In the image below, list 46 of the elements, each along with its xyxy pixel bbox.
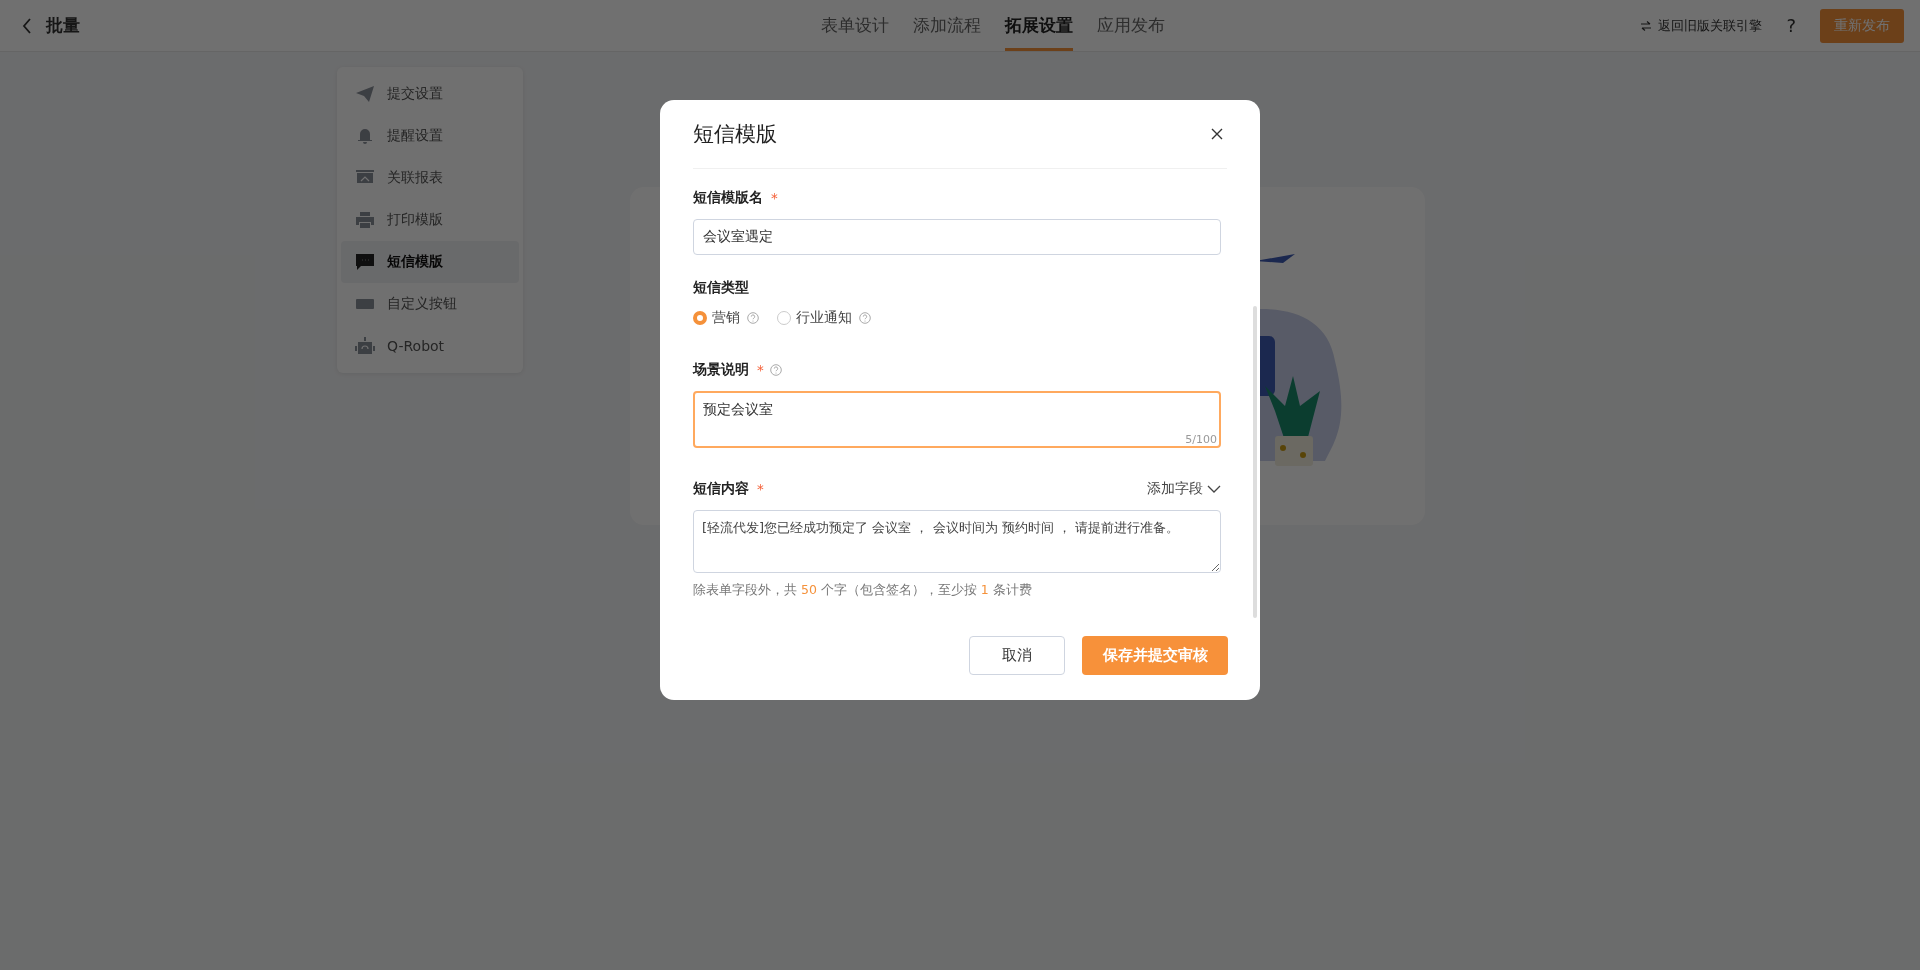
billing-hint: 除表单字段外，共 50 个字（包含签名），至少按 1 条计费: [693, 582, 1033, 599]
required-mark: *: [757, 481, 764, 497]
nav-tab[interactable]: 拓展设置: [1005, 0, 1073, 51]
back-icon[interactable]: [22, 17, 32, 34]
robot-icon: [355, 337, 375, 355]
field-label: 短信类型: [693, 279, 749, 297]
add-field-dropdown[interactable]: 添加字段: [1147, 480, 1221, 498]
app-title: 批量: [46, 14, 80, 37]
character-counter: 5/100: [1185, 433, 1217, 446]
close-icon[interactable]: [1211, 128, 1223, 140]
sidebar-item[interactable]: 关联报表: [341, 157, 519, 199]
sidebar-item[interactable]: 提交设置: [341, 73, 519, 115]
help-icon[interactable]: [747, 312, 759, 324]
caret-icon[interactable]: [1207, 485, 1221, 493]
sidebar-item[interactable]: Q-Robot: [341, 325, 519, 367]
nav-tab[interactable]: 表单设计: [821, 0, 889, 51]
template-name-input[interactable]: 会议室遇定: [693, 219, 1221, 255]
scrollbar[interactable]: [1253, 306, 1257, 618]
chat-bubble-icon: [355, 253, 375, 271]
sidebar-item[interactable]: 打印模版: [341, 199, 519, 241]
dialog-title: 短信模版: [693, 121, 777, 148]
nav-tab[interactable]: 应用发布: [1097, 0, 1165, 51]
field-label: 场景说明: [693, 361, 749, 379]
sidebar-item[interactable]: 提醒设置: [341, 115, 519, 157]
legacy-engine-link[interactable]: 返回旧版关联引擎: [1658, 16, 1763, 35]
cancel-button[interactable]: 取消: [969, 636, 1065, 675]
help-icon[interactable]: ?: [1786, 15, 1796, 36]
sms-content-input[interactable]: [轻流代发]您已经成功预定了 会议室 ， 会议时间为 预约时间 ， 请提前进行准备。: [693, 510, 1221, 573]
field-label: 短信内容: [693, 480, 749, 498]
nav-tab[interactable]: 添加流程: [913, 0, 981, 51]
radio-button[interactable]: [693, 311, 707, 325]
paper-plane-icon: [355, 85, 375, 103]
swap-icon: [1640, 20, 1653, 31]
printer-icon: [355, 211, 375, 229]
radio-label[interactable]: 营销: [712, 309, 740, 327]
required-mark: *: [771, 190, 778, 206]
radio-label[interactable]: 行业通知: [796, 309, 852, 327]
radio-button[interactable]: [777, 311, 791, 325]
bell-icon: [355, 127, 375, 145]
sidebar-item[interactable]: 自定义按钮: [341, 283, 519, 325]
save-submit-button[interactable]: 保存并提交审核: [1082, 636, 1228, 675]
sidebar-item[interactable]: 短信模版: [341, 241, 519, 283]
field-label: 短信模版名: [693, 189, 763, 207]
help-icon[interactable]: [859, 312, 871, 324]
required-mark: *: [757, 362, 764, 378]
help-icon[interactable]: [769, 364, 782, 376]
